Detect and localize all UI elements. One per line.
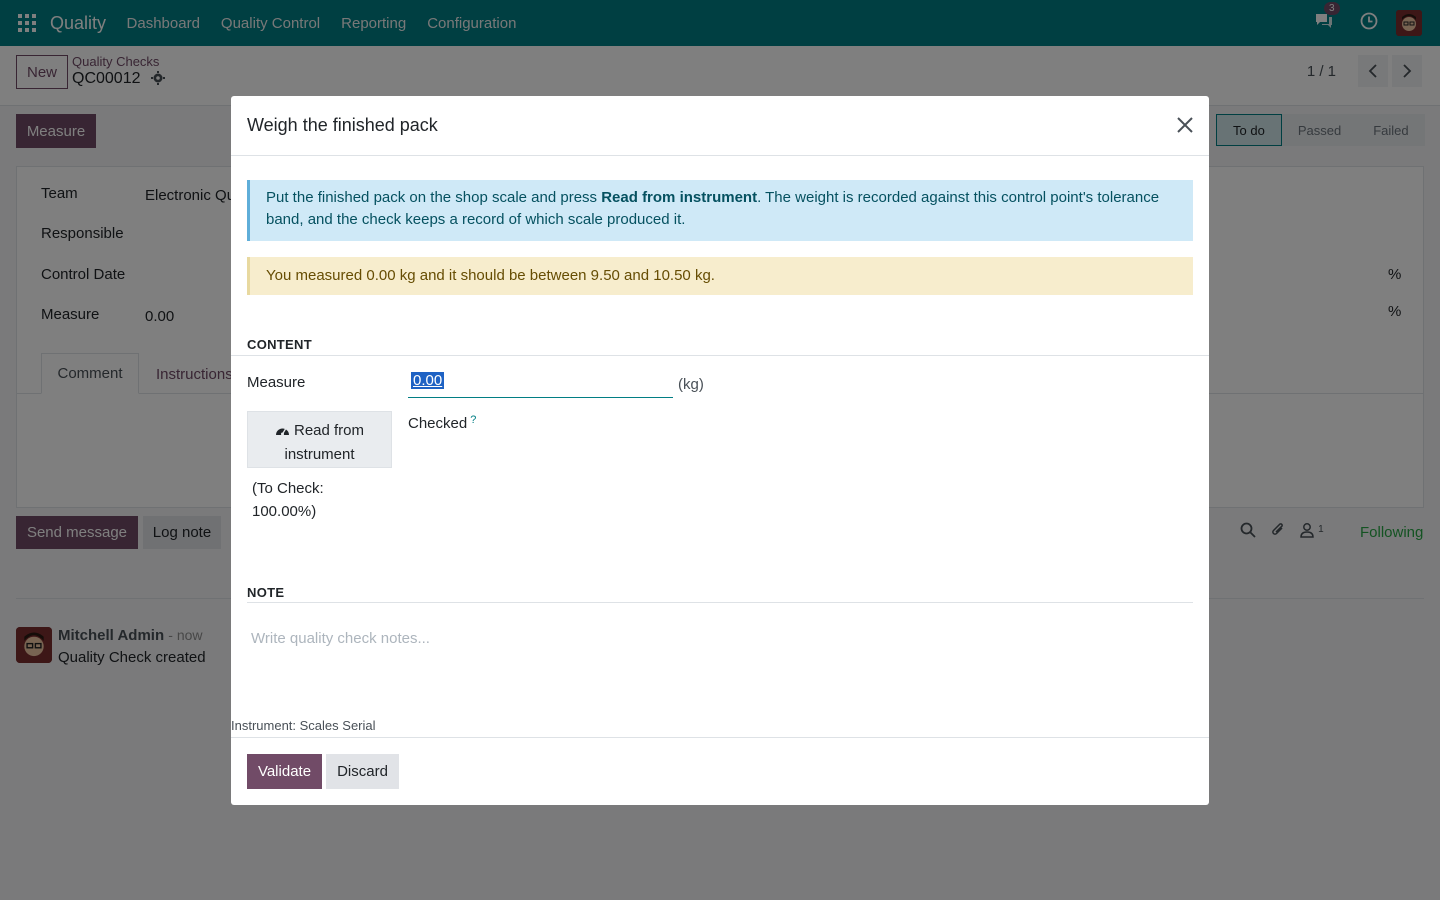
measure-input-value: 0.00 xyxy=(411,372,445,389)
tolerance-warning: You measured 0.00 kg and it should be be… xyxy=(247,257,1193,295)
instrument-info: Instrument: Scales Serial xyxy=(231,718,376,733)
section-divider xyxy=(231,355,1209,356)
read-from-instrument-button[interactable]: Read from instrument xyxy=(247,411,392,468)
dialog-header: Weigh the finished pack xyxy=(231,96,1209,156)
info-text-pre: Put the finished pack on the shop scale … xyxy=(266,189,602,206)
instruction-alert: Put the finished pack on the shop scale … xyxy=(247,180,1193,241)
validate-button[interactable]: Validate xyxy=(247,754,322,789)
dialog-title: Weigh the finished pack xyxy=(247,115,438,135)
checked-field-label: Checked? xyxy=(408,414,476,432)
measure-unit: (kg) xyxy=(678,376,704,393)
gauge-icon xyxy=(275,420,290,443)
note-section-title: NOTE xyxy=(247,585,285,600)
discard-button[interactable]: Discard xyxy=(326,754,399,789)
to-check-percentage: (To Check: 100.00%) xyxy=(252,480,324,520)
read-button-label: Read from instrument xyxy=(284,421,365,463)
checked-label-text: Checked xyxy=(408,415,468,432)
content-section-title: CONTENT xyxy=(247,337,312,352)
close-icon[interactable] xyxy=(1175,115,1195,135)
measure-input[interactable]: 0.00 xyxy=(408,372,673,398)
info-text-bold: Read from instrument xyxy=(601,189,758,206)
measure-dialog: Weigh the finished pack Put the finished… xyxy=(231,96,1209,805)
measure-field-label: Measure xyxy=(247,374,306,391)
footer-divider xyxy=(231,737,1209,738)
note-editor[interactable]: Write quality check notes... xyxy=(251,630,430,647)
section-divider xyxy=(247,602,1193,603)
help-tooltip-icon[interactable]: ? xyxy=(470,414,476,426)
